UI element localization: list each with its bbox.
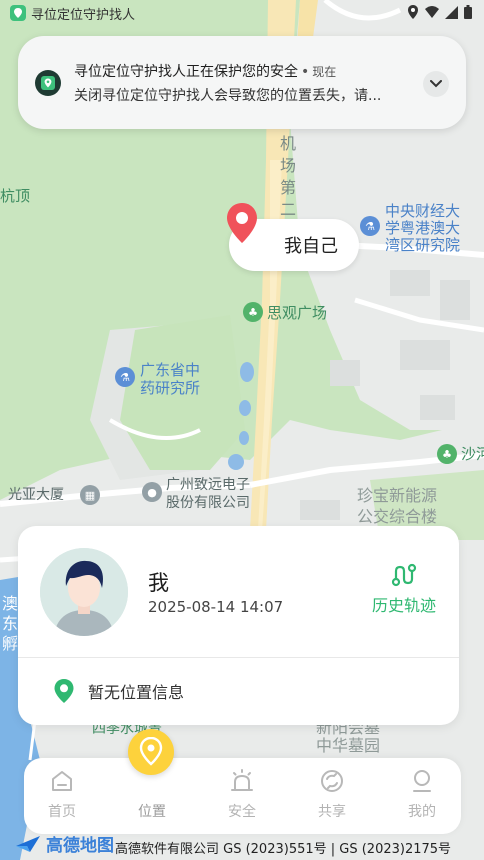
- notification-title: 寻位定位守护找人正在保护您的安全: [74, 64, 298, 80]
- nav-item-home[interactable]: 首页: [32, 768, 92, 821]
- location-poi-icon: ●: [142, 482, 162, 502]
- map-label: 湾区研究院: [385, 236, 461, 254]
- amap-logo-text: 高德地图: [46, 836, 114, 856]
- location-status-text: 暂无位置信息: [88, 683, 185, 702]
- amap-logo-icon: [16, 835, 40, 852]
- nav-item-share[interactable]: 共享: [302, 768, 362, 821]
- map-background: [0, 0, 484, 860]
- location-status-row: 暂无位置信息: [54, 679, 184, 703]
- map-label: 药研究所: [140, 379, 201, 397]
- map-label: 中华墓园: [316, 736, 381, 755]
- map-pin-icon[interactable]: [226, 203, 258, 243]
- park-poi-icon: ♣: [437, 444, 457, 464]
- history-track-label: 历史轨迹: [371, 596, 436, 615]
- nav-item-safety[interactable]: 安全: [212, 768, 272, 821]
- research-institute-icon: ⚗: [115, 367, 135, 387]
- member-card[interactable]: 我 2025-08-14 14:07 历史轨迹 暂无位置信息: [18, 526, 459, 725]
- app-notification-icon: [10, 5, 26, 21]
- map-label: 广州致远电子: [166, 477, 250, 493]
- nav-label-safety: 安全: [228, 804, 256, 820]
- nav-label-profile: 我的: [408, 804, 436, 820]
- profile-icon: [413, 770, 431, 792]
- notification-time: 现在: [312, 65, 337, 79]
- map-label: 珍宝新能源: [357, 486, 438, 505]
- avatar-illustration: [40, 548, 128, 636]
- map-label: 学粤港澳大: [385, 219, 461, 237]
- route-icon: [391, 563, 417, 587]
- map-label: 杭顶: [0, 187, 31, 205]
- nav-item-location[interactable]: 位置: [122, 768, 182, 821]
- map-label: 股份有限公司: [166, 495, 250, 511]
- location-pin-icon: [54, 679, 74, 703]
- nav-item-profile[interactable]: 我的: [392, 768, 452, 821]
- amap-logo: 高德地图: [14, 831, 114, 856]
- map-label: 孵: [2, 634, 19, 653]
- my-location-label: 我自己: [284, 236, 338, 257]
- battery-icon: [464, 5, 472, 19]
- map-label: 思观广场: [267, 304, 328, 322]
- map-road-label: 机场第二: [280, 134, 297, 219]
- guard-notification[interactable]: 寻位定位守护找人正在保护您的安全 • 现在 关闭寻位定位守护找人会导致您的位置丢失，…: [18, 36, 466, 129]
- map-copyright: 高德软件有限公司 GS (2023)551号 | GS (2023)2175号: [115, 842, 452, 857]
- notification-title-row: 寻位定位守护找人正在保护您的安全 • 现在: [74, 61, 336, 81]
- map-label: 广东省中: [140, 361, 201, 379]
- notification-separator: •: [301, 64, 310, 80]
- alarm-icon: [231, 769, 253, 791]
- bottom-navigation: 首页 位置 安全 共享 我的: [24, 758, 461, 834]
- map-label: 光亚大厦: [8, 487, 64, 503]
- cellular-signal-icon: [445, 5, 458, 19]
- map-label: 东: [2, 614, 19, 633]
- wifi-icon: [425, 6, 439, 18]
- chevron-down-icon[interactable]: [423, 71, 449, 97]
- notification-body: 关闭寻位定位守护找人会导致您的位置丢失，请...: [74, 88, 382, 104]
- location-service-icon: [408, 5, 418, 19]
- map-label: 公交综合楼: [357, 507, 438, 526]
- last-update-time: 2025-08-14 14:07: [148, 598, 284, 616]
- map-label: 沙河: [461, 445, 484, 463]
- status-app-name: 寻位定位守护找人: [31, 7, 136, 23]
- location-pin-icon: [139, 737, 163, 766]
- card-divider: [18, 657, 459, 658]
- status-bar: 寻位定位守护找人: [0, 0, 484, 26]
- app-logo-icon: [35, 70, 61, 96]
- map-label: 中央财经大: [385, 202, 461, 220]
- home-icon: [52, 771, 72, 791]
- avatar[interactable]: [40, 548, 128, 636]
- share-icon: [321, 770, 343, 792]
- research-institute-icon: ⚗: [360, 216, 380, 236]
- history-track-button[interactable]: 历史轨迹: [366, 563, 442, 623]
- location-tab-button[interactable]: [128, 729, 174, 775]
- map-label: 澳: [2, 594, 19, 613]
- map-view[interactable]: 杭顶 机场第二 ⚗ 中央财经大 学粤港澳大 湾区研究院 ♣ 思观广场 ⚗ 广东省…: [0, 0, 484, 860]
- nav-label-home: 首页: [48, 804, 76, 820]
- building-poi-icon: ▦: [80, 485, 100, 505]
- member-name: 我: [148, 571, 169, 595]
- nav-label-location: 位置: [138, 804, 166, 820]
- park-poi-icon: ♣: [243, 302, 263, 322]
- nav-label-share: 共享: [318, 804, 346, 820]
